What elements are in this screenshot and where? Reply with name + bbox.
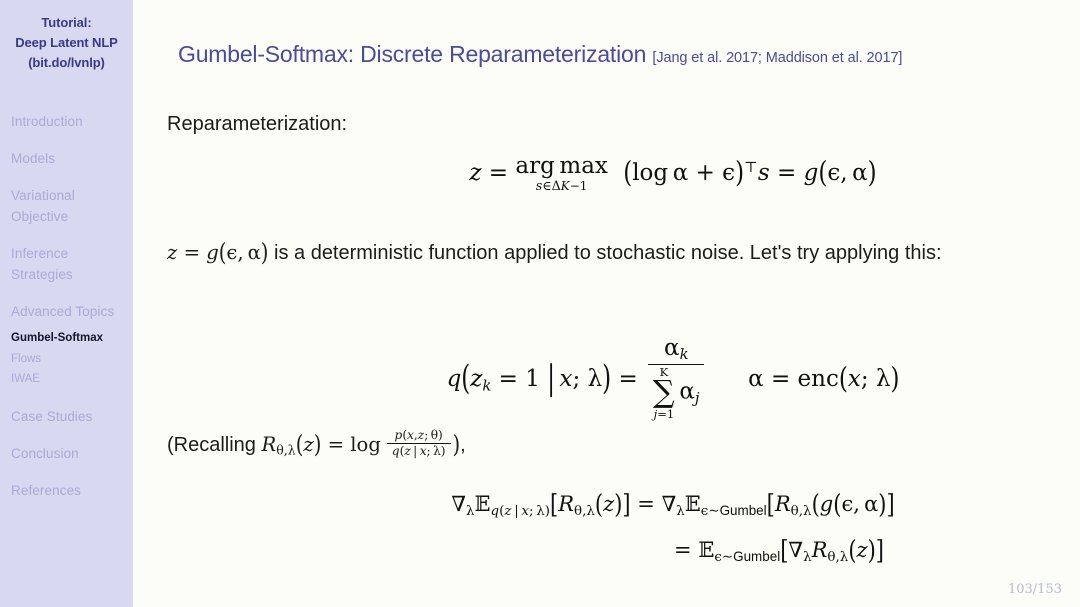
sidebar-nav: Introduction Models Variational Objectiv… bbox=[0, 111, 133, 501]
sidebar-title-line-2: Deep Latent NLP bbox=[15, 35, 118, 50]
recalling-equation: Rθ,λ(z) = log p(x,z; θ) q(z | x; λ)) bbox=[261, 428, 461, 459]
sidebar-item-flows[interactable]: Flows bbox=[0, 350, 133, 368]
deterministic-text: z = g(ϵ, α) is a deterministic function … bbox=[167, 232, 1037, 274]
det-eq-inline: z = g(ϵ, α) bbox=[167, 238, 269, 267]
reparameterization-label: Reparameterization: bbox=[167, 113, 348, 135]
recalling-text: (Recalling Rθ,λ(z) = log p(x,z; θ) q(z | … bbox=[167, 424, 466, 471]
sidebar-item-inference[interactable]: Inference bbox=[0, 243, 133, 264]
gumbel-label-2: Gumbel bbox=[733, 548, 781, 564]
sidebar-title-line-3: (bit.do/lvnlp) bbox=[28, 55, 105, 70]
sidebar-item-case-studies[interactable]: Case Studies bbox=[0, 406, 133, 427]
sidebar-item-gumbel-softmax[interactable]: Gumbel-Softmax bbox=[0, 329, 133, 347]
sidebar-item-models[interactable]: Models bbox=[0, 148, 133, 169]
sidebar-item-objective[interactable]: Objective bbox=[0, 206, 133, 227]
equation-argmax: z = arg max s∈ΔK−1 (log α + ϵ)⊤s = g(ϵ, α… bbox=[469, 153, 877, 193]
slide-main: Gumbel-Softmax: Discrete Reparameterizat… bbox=[133, 0, 1080, 607]
citation: [Jang et al. 2017; Maddison et al. 2017] bbox=[652, 50, 903, 66]
sidebar-item-iwae[interactable]: IWAE bbox=[0, 370, 133, 388]
sidebar-item-strategies[interactable]: Strategies bbox=[0, 264, 133, 285]
sidebar-title: Tutorial: Deep Latent NLP (bit.do/lvnlp) bbox=[0, 0, 133, 73]
equation-q-categorical: q(zk = 1 | x; λ) = αk K ∑ j=1 αj α = enc(x… bbox=[446, 334, 900, 421]
recalling-prefix: (Recalling bbox=[167, 434, 262, 456]
page-number: 103/153 bbox=[1007, 582, 1062, 597]
sidebar-item-advanced-topics[interactable]: Advanced Topics bbox=[0, 301, 133, 322]
recalling-suffix: , bbox=[460, 434, 466, 456]
sidebar-title-line-1: Tutorial: bbox=[41, 15, 92, 30]
deterministic-sentence: is a deterministic function applied to s… bbox=[268, 242, 942, 264]
sidebar-item-variational[interactable]: Variational bbox=[0, 185, 133, 206]
sidebar-item-introduction[interactable]: Introduction bbox=[0, 111, 133, 132]
sidebar-item-conclusion[interactable]: Conclusion bbox=[0, 443, 133, 464]
equation-gradient-1: ∇λ𝔼q(z | x; λ)[Rθ,λ(z)] = ∇λ𝔼ϵ∼Gumbel[Rθ… bbox=[451, 489, 895, 519]
page-title-text: Gumbel-Softmax: Discrete Reparameterizat… bbox=[178, 41, 647, 67]
slide: Tutorial: Deep Latent NLP (bit.do/lvnlp)… bbox=[0, 0, 1080, 607]
equation-gradient-2: = 𝔼ϵ∼Gumbel[∇λRθ,λ(z)] bbox=[674, 535, 884, 565]
page-title: Gumbel-Softmax: Discrete Reparameterizat… bbox=[178, 40, 1060, 72]
enc-label: enc bbox=[797, 366, 839, 393]
sidebar-item-references[interactable]: References bbox=[0, 480, 133, 501]
gumbel-label-1: Gumbel bbox=[719, 502, 767, 518]
sidebar: Tutorial: Deep Latent NLP (bit.do/lvnlp)… bbox=[0, 0, 133, 607]
